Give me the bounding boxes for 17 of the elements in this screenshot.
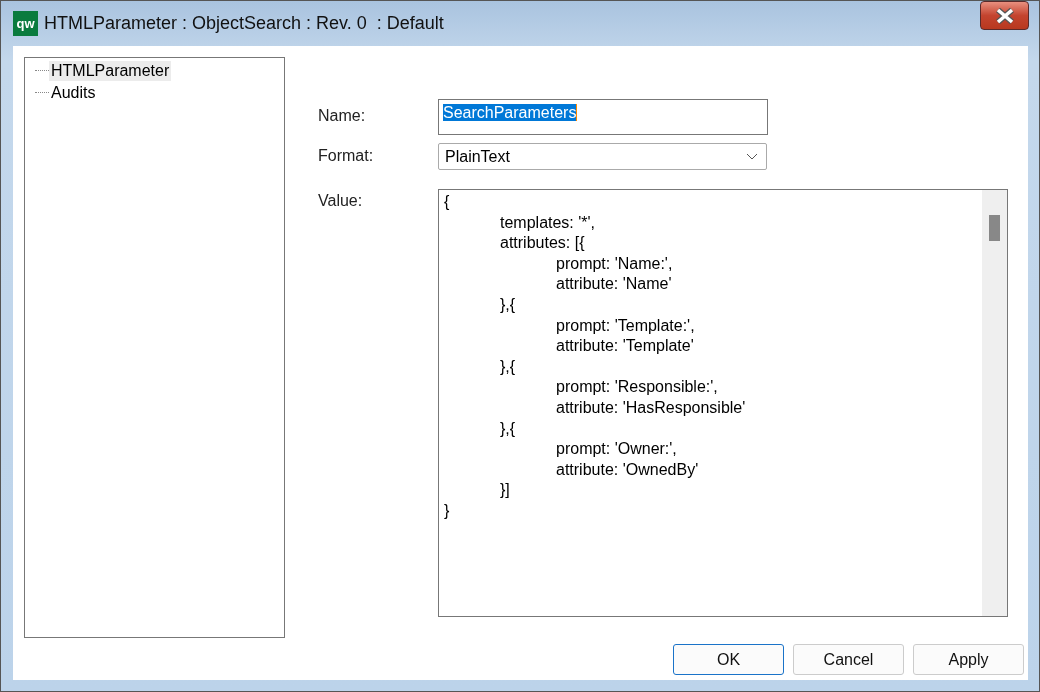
- dialog-button[interactable]: Apply: [913, 644, 1024, 675]
- dialog-button[interactable]: Cancel: [793, 644, 904, 675]
- tree-item[interactable]: HTMLParameter: [49, 61, 172, 81]
- format-dropdown[interactable]: PlainText: [438, 143, 767, 170]
- value-text-area[interactable]: { templates: '*', attributes: [{ prompt: 'Name:', attribute: 'Name' },{ prompt: 'Template:', attribute: 'Template' },{ prompt: 'Responsible:', attribute: 'HasResponsible' },{ prompt: 'Owner:', attribute: 'OwnedBy' }] }: [438, 189, 1008, 617]
- dialog-button[interactable]: OK: [673, 644, 784, 675]
- close-button[interactable]: [980, 1, 1029, 30]
- name-field[interactable]: SearchParameters: [438, 99, 768, 135]
- close-icon: [994, 7, 1015, 24]
- window-title: HTMLParameter : ObjectSearch : Rev. 0 : Default: [44, 13, 445, 34]
- field-label: Value:: [318, 191, 364, 211]
- tree-item[interactable]: Audits: [49, 83, 98, 103]
- scrollbar[interactable]: [982, 190, 1007, 616]
- chevron-down-icon: [746, 153, 758, 160]
- field-label: Format:: [318, 146, 375, 166]
- field-label: Name:: [318, 106, 367, 126]
- app-logo: qw: [13, 11, 38, 36]
